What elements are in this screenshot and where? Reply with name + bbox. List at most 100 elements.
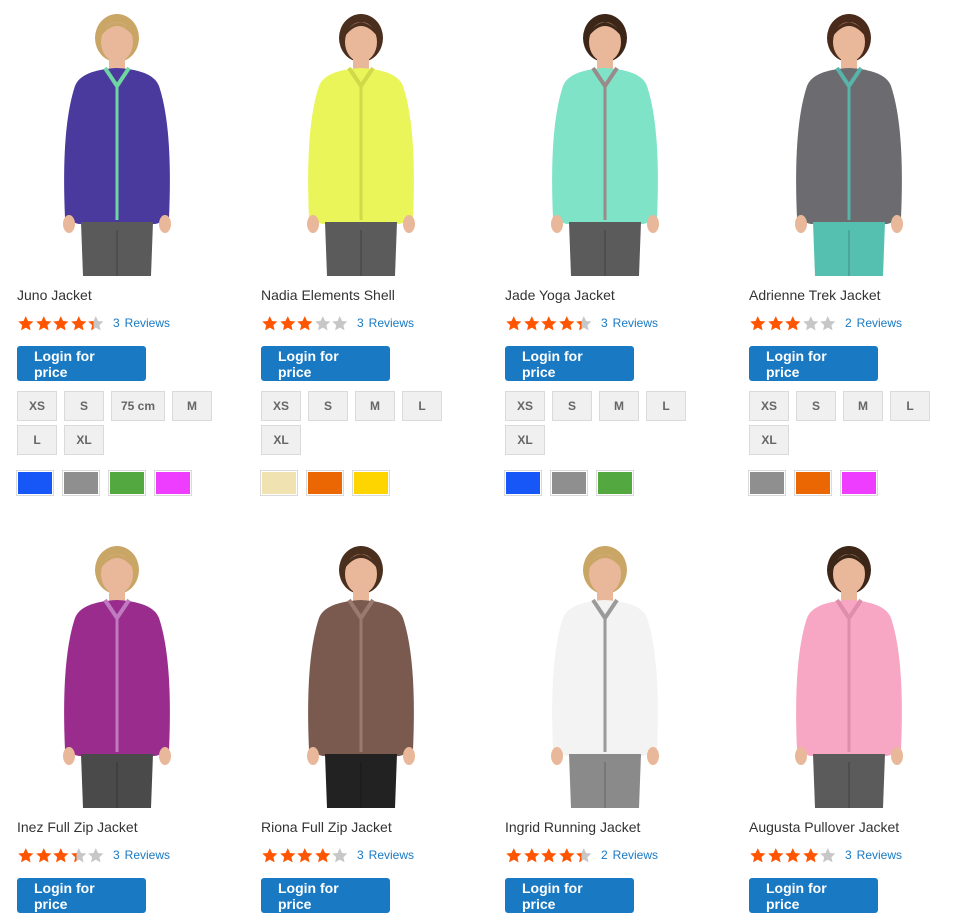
reviews-link[interactable]: 3 Reviews	[601, 316, 658, 330]
size-option[interactable]: S	[64, 391, 104, 421]
reviews-label: Reviews	[856, 848, 903, 862]
size-option[interactable]: S	[796, 391, 836, 421]
login-for-price-button[interactable]: Login for price	[17, 878, 146, 913]
rating-stars	[749, 315, 837, 332]
login-for-price-button[interactable]: Login for price	[17, 346, 146, 381]
size-option[interactable]: XL	[64, 425, 104, 455]
color-swatch[interactable]	[504, 470, 542, 496]
star-icon	[558, 847, 576, 864]
size-option[interactable]: XS	[261, 391, 301, 421]
product-name[interactable]: Juno Jacket	[17, 286, 92, 304]
size-option[interactable]: XS	[505, 391, 545, 421]
star-icon	[331, 315, 349, 332]
size-option[interactable]: XL	[505, 425, 545, 455]
star-icon	[523, 315, 541, 332]
star-icon	[296, 315, 314, 332]
color-swatch[interactable]	[260, 470, 298, 496]
product-rating: 3 Reviews	[17, 314, 170, 332]
color-swatch[interactable]	[16, 470, 54, 496]
star-icon	[802, 315, 820, 332]
size-option[interactable]: XS	[17, 391, 57, 421]
rating-stars	[17, 847, 105, 864]
color-swatch[interactable]	[108, 470, 146, 496]
product-name[interactable]: Augusta Pullover Jacket	[749, 818, 899, 836]
star-icon	[802, 847, 820, 864]
product-name[interactable]: Ingrid Running Jacket	[505, 818, 640, 836]
size-option[interactable]: M	[355, 391, 395, 421]
product-name[interactable]: Nadia Elements Shell	[261, 286, 395, 304]
size-option[interactable]: L	[890, 391, 930, 421]
rating-stars	[749, 847, 837, 864]
size-option[interactable]: 75 cm	[111, 391, 166, 421]
product-photo[interactable]	[749, 8, 962, 276]
review-count: 3	[112, 316, 120, 330]
reviews-link[interactable]: 3 Reviews	[357, 848, 414, 862]
product-photo[interactable]	[505, 8, 737, 276]
color-swatch[interactable]	[748, 470, 786, 496]
product-card: Jade Yoga Jacket 3 Reviews Login for price…	[504, 8, 737, 498]
rating-stars	[505, 847, 593, 864]
product-card: Augusta Pullover Jacket 3 Reviews Login fo…	[749, 540, 962, 913]
color-swatch[interactable]	[794, 470, 832, 496]
star-icon	[819, 315, 837, 332]
size-option[interactable]: XL	[749, 425, 789, 455]
reviews-link[interactable]: 3 Reviews	[845, 848, 902, 862]
product-photo[interactable]	[749, 540, 962, 808]
login-for-price-button[interactable]: Login for price	[749, 346, 878, 381]
product-rating: 3 Reviews	[505, 314, 658, 332]
size-options: XS S 75 cm M L XL	[17, 391, 249, 459]
product-photo[interactable]	[17, 540, 249, 808]
color-swatch[interactable]	[550, 470, 588, 496]
reviews-link[interactable]: 2 Reviews	[601, 848, 658, 862]
star-icon	[17, 315, 35, 332]
reviews-link[interactable]: 3 Reviews	[113, 848, 170, 862]
login-for-price-button[interactable]: Login for price	[505, 346, 634, 381]
color-swatch[interactable]	[154, 470, 192, 496]
color-swatch[interactable]	[306, 470, 344, 496]
product-name[interactable]: Inez Full Zip Jacket	[17, 818, 138, 836]
product-photo[interactable]	[261, 540, 493, 808]
color-swatch[interactable]	[352, 470, 390, 496]
color-swatches	[748, 470, 887, 496]
color-swatch[interactable]	[596, 470, 634, 496]
color-swatch[interactable]	[840, 470, 878, 496]
reviews-label: Reviews	[368, 316, 415, 330]
size-option[interactable]: M	[843, 391, 883, 421]
size-option[interactable]: L	[402, 391, 442, 421]
product-name[interactable]: Riona Full Zip Jacket	[261, 818, 392, 836]
login-for-price-button[interactable]: Login for price	[749, 878, 878, 913]
product-photo[interactable]	[505, 540, 737, 808]
star-icon	[540, 315, 558, 332]
size-options: XS S M L XL	[505, 391, 737, 459]
login-for-price-button[interactable]: Login for price	[261, 878, 390, 913]
review-count: 3	[112, 848, 120, 862]
reviews-link[interactable]: 3 Reviews	[113, 316, 170, 330]
size-option[interactable]: L	[17, 425, 57, 455]
star-icon	[314, 847, 332, 864]
login-for-price-button[interactable]: Login for price	[261, 346, 390, 381]
product-photo[interactable]	[17, 8, 249, 276]
product-photo[interactable]	[261, 8, 493, 276]
star-icon	[749, 315, 767, 332]
size-option[interactable]: M	[599, 391, 639, 421]
reviews-link[interactable]: 2 Reviews	[845, 316, 902, 330]
color-swatches	[504, 470, 643, 496]
product-card: Juno Jacket 3 Reviews Login for price XS S 75	[16, 8, 249, 498]
star-icon	[505, 847, 523, 864]
size-option[interactable]: L	[646, 391, 686, 421]
login-for-price-button[interactable]: Login for price	[505, 878, 634, 913]
color-swatch[interactable]	[62, 470, 100, 496]
size-option[interactable]: XS	[749, 391, 789, 421]
product-name[interactable]: Adrienne Trek Jacket	[749, 286, 881, 304]
product-rating: 3 Reviews	[749, 846, 902, 864]
reviews-link[interactable]: 3 Reviews	[357, 316, 414, 330]
star-icon	[749, 847, 767, 864]
size-option[interactable]: XL	[261, 425, 301, 455]
review-count: 3	[356, 316, 364, 330]
size-option[interactable]: M	[172, 391, 213, 421]
size-option[interactable]: S	[308, 391, 348, 421]
product-name[interactable]: Jade Yoga Jacket	[505, 286, 615, 304]
star-icon	[767, 315, 785, 332]
size-option[interactable]: S	[552, 391, 592, 421]
product-card: Ingrid Running Jacket 2 Reviews Login for …	[505, 540, 737, 913]
